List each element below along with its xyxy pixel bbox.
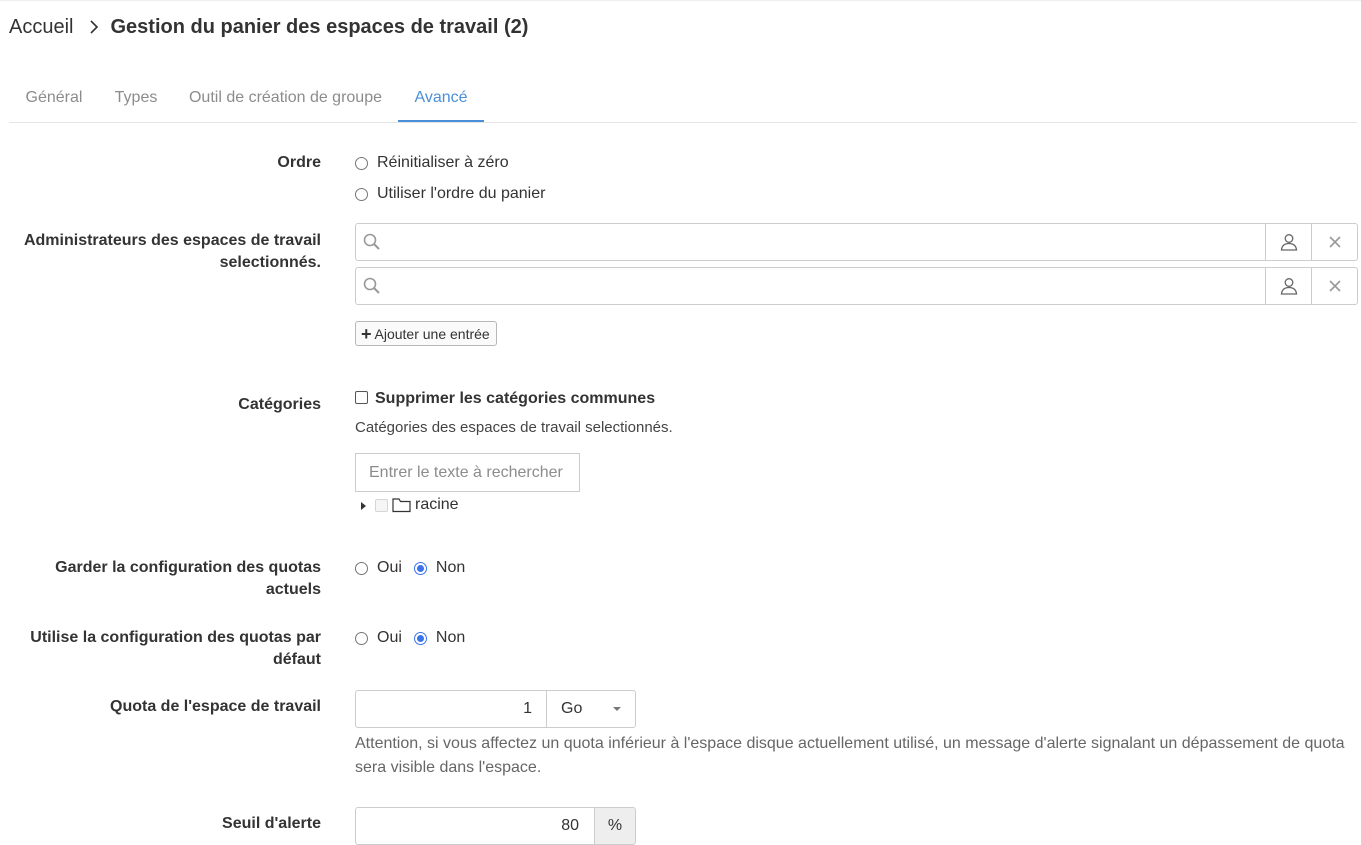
alert-threshold-input[interactable]: [355, 807, 595, 845]
tab-types[interactable]: Types: [99, 78, 173, 122]
remove-common-categories-option[interactable]: Supprimer les catégories communes: [355, 388, 655, 410]
default-quota-options: Oui Non: [355, 627, 465, 649]
admins-label: Administrateurs des espaces de travail s…: [24, 230, 321, 274]
tab-group-creation-tool[interactable]: Outil de création de groupe: [173, 78, 398, 122]
category-tree-root: racine: [358, 494, 459, 516]
tree-root-label[interactable]: racine: [415, 496, 459, 514]
default-quota-no-label: Non: [435, 629, 466, 646]
categories-label: Catégories: [238, 396, 321, 413]
tree-root-checkbox: [375, 498, 388, 512]
breadcrumb-home-link[interactable]: Accueil: [9, 16, 73, 39]
order-option-basket[interactable]: Utiliser l'ordre du panier: [355, 183, 545, 205]
chevron-right-icon: [90, 20, 99, 34]
order-label: Ordre: [277, 154, 321, 171]
default-quota-label: Utilise la configuration des quotas par …: [30, 627, 321, 671]
clear-button[interactable]: [1311, 224, 1357, 260]
admins-label-line2: selectionnés.: [219, 254, 321, 271]
order-basket-label: Utiliser l'ordre du panier: [377, 185, 546, 202]
remove-common-categories-label: Supprimer les catégories communes: [375, 390, 656, 407]
keep-quota-label-line1: Garder la configuration des quotas: [55, 559, 321, 576]
tab-advanced[interactable]: Avancé: [398, 78, 484, 122]
add-entry-button[interactable]: + Ajouter une entrée: [355, 321, 497, 346]
quota-help-text: Attention, si vous affectez un quota inf…: [355, 735, 1345, 776]
admin-user-field: [355, 223, 1358, 261]
quota-unit-value: Go: [561, 700, 583, 717]
tab-bar: Général Types Outil de création de group…: [9, 78, 1357, 123]
user-picker-button[interactable]: [1265, 268, 1311, 304]
order-basket-radio[interactable]: [355, 187, 368, 201]
percent-addon: %: [594, 807, 636, 845]
keep-quota-yes-label: Oui: [377, 559, 402, 576]
category-search-input[interactable]: [355, 453, 580, 492]
default-quota-yes-radio[interactable]: [355, 631, 368, 645]
default-quota-no-radio[interactable]: [413, 631, 427, 645]
close-icon: [1328, 280, 1341, 292]
close-icon: [1328, 236, 1341, 248]
search-icon: [356, 224, 388, 260]
order-option-reset[interactable]: Réinitialiser à zéro: [355, 152, 509, 174]
add-entry-label: Ajouter une entrée: [374, 325, 490, 342]
user-icon: [1280, 278, 1297, 295]
breadcrumb: Accueil Gestion du panier des espaces de…: [9, 14, 528, 40]
plus-icon: +: [361, 323, 372, 344]
user-icon: [1280, 234, 1297, 251]
clear-button[interactable]: [1311, 268, 1357, 304]
alert-threshold-label: Seuil d'alerte: [222, 815, 321, 832]
keep-quota-yes-radio[interactable]: [355, 561, 368, 575]
order-reset-radio[interactable]: [355, 156, 368, 170]
keep-quota-label: Garder la configuration des quotas actue…: [55, 557, 321, 601]
remove-common-categories-checkbox[interactable]: [355, 390, 368, 404]
keep-quota-label-line2: actuels: [265, 581, 321, 598]
search-icon: [356, 268, 388, 304]
keep-quota-no-radio[interactable]: [413, 561, 427, 575]
default-quota-label-line2: défaut: [273, 651, 321, 668]
admin-user-field: [355, 267, 1358, 305]
admins-label-line1: Administrateurs des espaces de travail: [23, 232, 321, 249]
user-picker-button[interactable]: [1265, 224, 1311, 260]
quota-label: Quota de l'espace de travail: [110, 698, 321, 715]
default-quota-yes-label: Oui: [377, 629, 402, 646]
categories-description-text: Catégories des espaces de travail select…: [355, 418, 673, 436]
top-divider: [0, 0, 1361, 1]
keep-quota-no-label: Non: [435, 559, 466, 576]
folder-icon: [392, 498, 411, 513]
quota-unit-select[interactable]: Go: [546, 690, 636, 728]
tab-general[interactable]: Général: [9, 78, 99, 122]
caret-down-icon: [613, 707, 621, 711]
admin-user-input[interactable]: [388, 224, 1265, 260]
quota-value-input[interactable]: [355, 690, 547, 728]
default-quota-label-line1: Utilise la configuration des quotas par: [30, 629, 321, 646]
caret-right-icon[interactable]: [361, 502, 366, 510]
admin-user-input[interactable]: [388, 268, 1265, 304]
page-title: Gestion du panier des espaces de travail…: [110, 15, 529, 38]
keep-quota-options: Oui Non: [355, 557, 465, 579]
order-reset-label: Réinitialiser à zéro: [377, 154, 509, 171]
categories-description: Catégories des espaces de travail select…: [355, 416, 673, 438]
